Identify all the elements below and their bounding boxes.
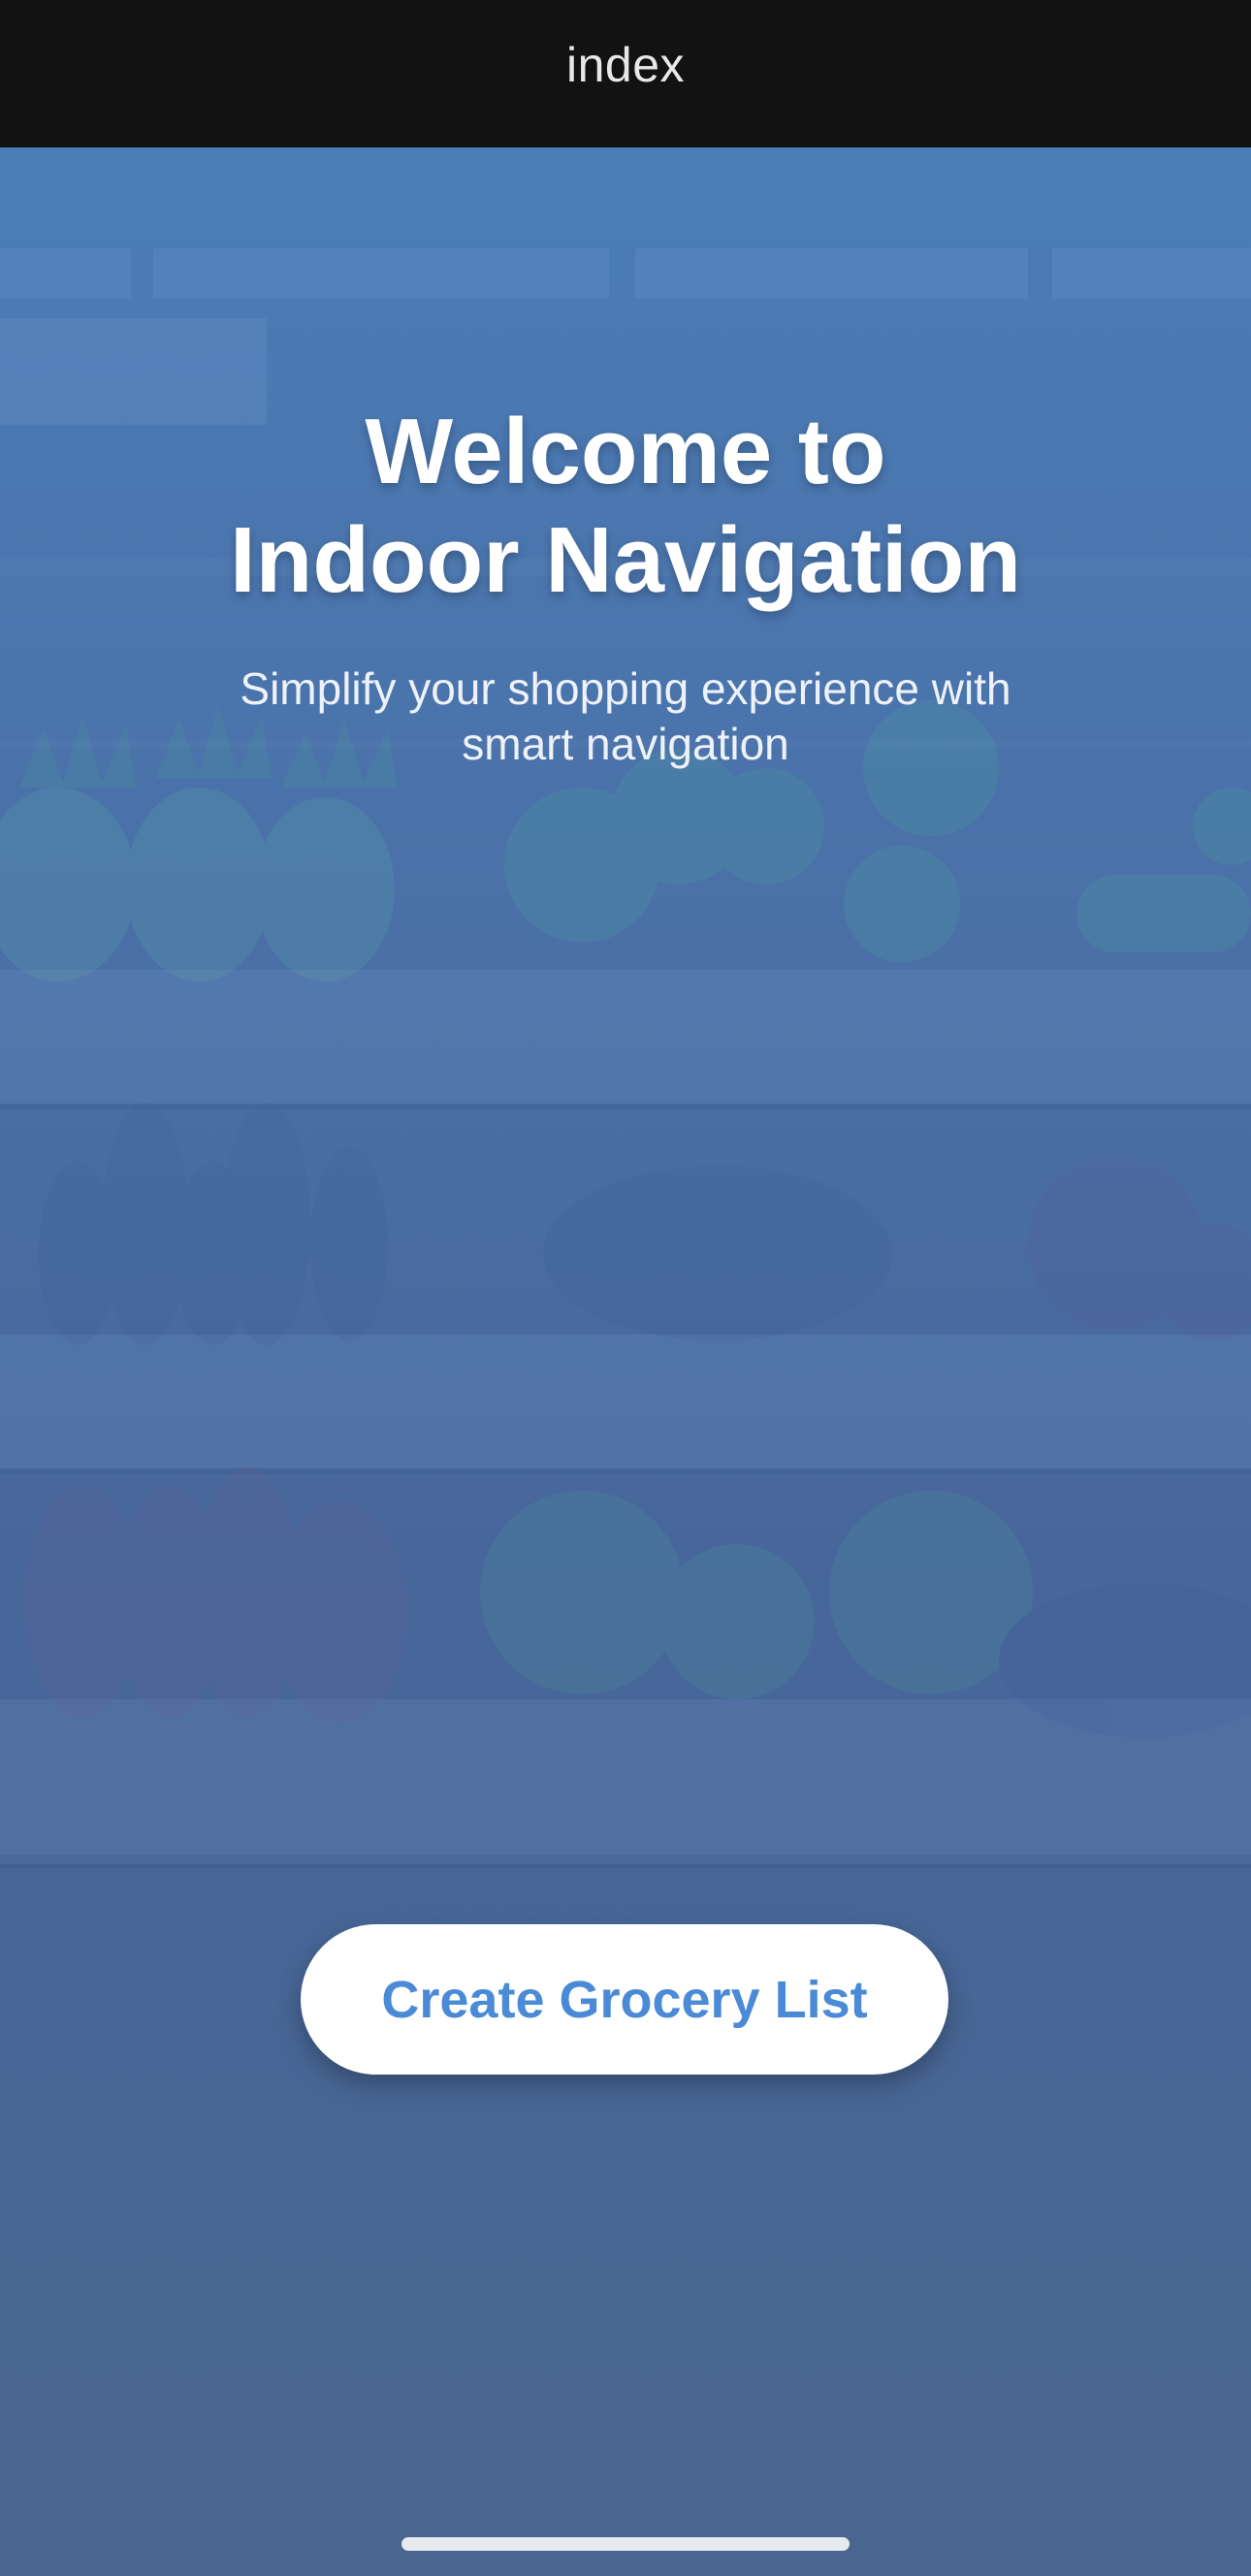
home-indicator[interactable] <box>401 2537 850 2551</box>
hero-title: Welcome to Indoor Navigation <box>0 398 1251 615</box>
hero-section: Welcome to Indoor Navigation Simplify yo… <box>0 398 1251 772</box>
screen-title: index <box>565 38 686 92</box>
create-grocery-list-button-label: Create Grocery List <box>381 1970 868 2029</box>
hero-subtitle-line-1: Simplify your shopping experience with <box>240 663 1011 714</box>
hero-title-line-2: Indoor Navigation <box>230 508 1021 612</box>
create-grocery-list-button[interactable]: Create Grocery List <box>301 1924 948 2075</box>
navigation-bar: index <box>0 0 1251 147</box>
welcome-screen: Welcome to Indoor Navigation Simplify yo… <box>0 147 1251 2576</box>
hero-title-line-1: Welcome to <box>365 400 886 503</box>
hero-subtitle-line-2: smart navigation <box>462 719 789 769</box>
hero-subtitle: Simplify your shopping experience with s… <box>189 661 1062 772</box>
